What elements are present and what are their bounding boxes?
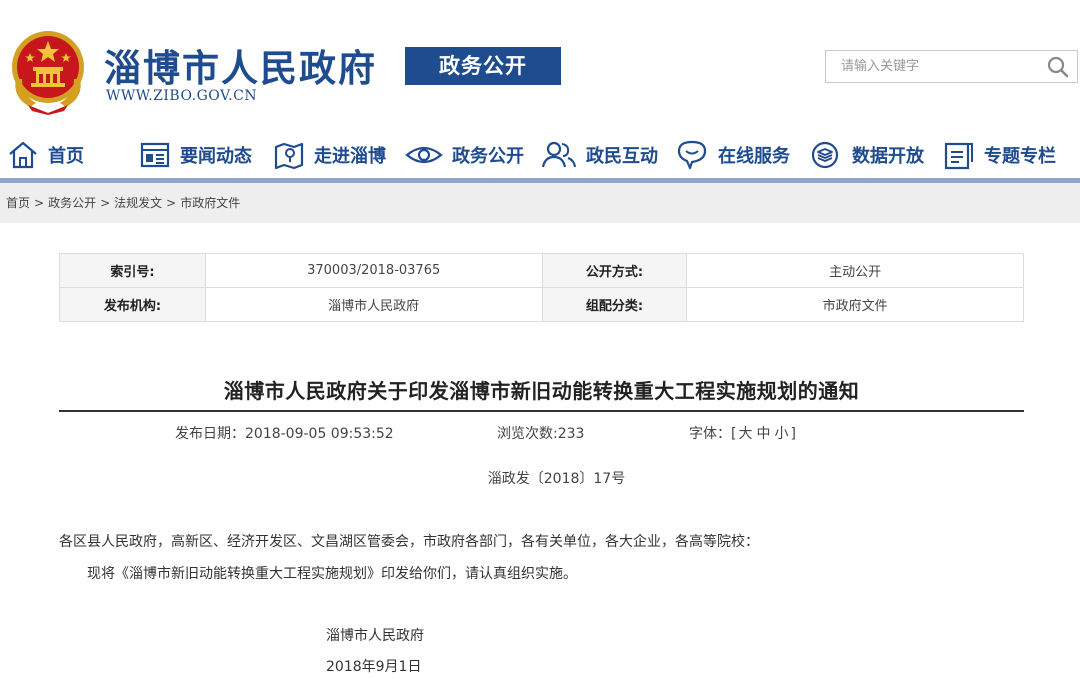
nav-label: 首页 (48, 146, 84, 167)
category-label: 组配分类: (541, 287, 688, 322)
breadcrumb: 首页 > 政务公开 > 法规发文 > 市政府文件 (0, 183, 1080, 223)
open-mode-value: 主动公开 (686, 253, 1024, 288)
nav-label: 数据开放 (852, 146, 924, 167)
document-number: 淄政发〔2018〕17号 (487, 471, 626, 487)
publisher-value: 淄博市人民政府 (204, 287, 543, 322)
site-title[interactable]: 淄博市人民政府 (104, 38, 377, 92)
document-meta-table: 索引号: 370003/2018-03765 公开方式: 主动公开 发布机构: … (59, 253, 1024, 322)
home-icon (9, 141, 37, 169)
breadcrumb-city-gov-docs[interactable]: 市政府文件 (180, 196, 240, 210)
breadcrumb-regulations[interactable]: 法规发文 (114, 196, 162, 210)
topic-icon (944, 142, 973, 170)
nav-item-open-data[interactable]: 数据开放 (809, 132, 924, 178)
breadcrumb-home[interactable]: 首页 (6, 196, 30, 210)
news-icon (140, 142, 170, 168)
eye-icon (405, 146, 443, 164)
search-input[interactable] (826, 51, 1036, 82)
nav-label: 专题专栏 (984, 146, 1056, 167)
nav-item-gov-affairs[interactable]: 政务公开 (405, 132, 524, 178)
nav-label: 要闻动态 (180, 146, 252, 167)
breadcrumb-gov-affairs[interactable]: 政务公开 (48, 196, 96, 210)
category-value: 市政府文件 (686, 287, 1024, 322)
search-icon[interactable] (1045, 55, 1071, 79)
service-icon (677, 140, 707, 170)
index-number-label: 索引号: (59, 253, 206, 288)
nav-label: 政民互动 (586, 146, 658, 167)
index-number-value: 370003/2018-03765 (204, 253, 543, 288)
nav-item-news[interactable]: 要闻动态 (139, 132, 252, 178)
title-divider (59, 410, 1024, 412)
nav-label: 在线服务 (718, 146, 790, 167)
font-large-button[interactable]: 大 (738, 426, 752, 442)
open-mode-label: 公开方式: (541, 253, 688, 288)
font-size-end: ] (790, 426, 796, 442)
recipients-paragraph: 各区县人民政府，高新区、经济开发区、文昌湖区管委会，市政府各部门，各有关单位，各… (59, 534, 759, 550)
view-count: 浏览次数:233 (497, 426, 585, 442)
nav-item-interaction[interactable]: 政民互动 (541, 132, 658, 178)
publisher-label: 发布机构: (59, 287, 206, 322)
map-icon (274, 142, 304, 170)
table-row: 索引号: 370003/2018-03765 公开方式: 主动公开 (59, 253, 1024, 288)
body-paragraph: 现将《淄博市新旧动能转换重大工程实施规划》印发给你们，请认真组织实施。 (87, 566, 577, 582)
section-badge[interactable]: 政务公开 (405, 47, 561, 85)
signature: 淄博市人民政府 (326, 628, 424, 644)
article-title: 淄博市人民政府关于印发淄博市新旧动能转换重大工程实施规划的通知 (223, 379, 860, 403)
nav-item-about-zibo[interactable]: 走进淄博 (273, 132, 386, 178)
site-header: 淄博市人民政府 WWW.ZIBO.GOV.CN 政务公开 (0, 0, 1080, 130)
national-emblem-icon (12, 31, 84, 115)
breadcrumb-separator: > (34, 196, 45, 210)
people-icon (541, 141, 576, 168)
search-box (825, 50, 1078, 83)
nav-label: 走进淄博 (314, 146, 386, 167)
breadcrumb-separator: > (100, 196, 111, 210)
font-medium-button[interactable]: 中 (756, 426, 770, 442)
nav-item-home[interactable]: 首页 (7, 132, 84, 178)
font-size-label: 字体：[ (689, 426, 737, 442)
nav-label: 政务公开 (452, 146, 524, 167)
publish-date: 发布日期：2018-09-05 09:53:52 (175, 426, 394, 442)
nav-item-online-service[interactable]: 在线服务 (675, 132, 790, 178)
main-nav: 首页 要闻动态 走进淄博 政务公开 政民互动 在线服务 数据开放 专题专栏 (0, 132, 1080, 178)
sign-date: 2018年9月1日 (326, 659, 422, 675)
data-icon (811, 141, 839, 169)
table-row: 发布机构: 淄博市人民政府 组配分类: 市政府文件 (59, 287, 1024, 322)
nav-item-special-topics[interactable]: 专题专栏 (943, 132, 1056, 178)
site-url: WWW.ZIBO.GOV.CN (106, 88, 258, 104)
font-size-control: 字体：[大中小] (689, 423, 796, 443)
breadcrumb-separator: > (166, 196, 177, 210)
font-small-button[interactable]: 小 (774, 426, 788, 442)
